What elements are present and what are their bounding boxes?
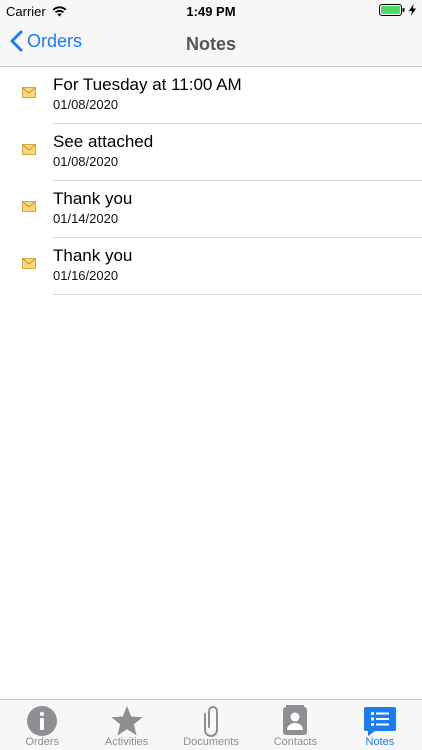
tab-notes[interactable]: Notes: [338, 700, 422, 750]
tab-label: Documents: [183, 736, 239, 748]
note-date: 01/08/2020: [53, 154, 119, 169]
info-icon: [27, 706, 58, 736]
list-item-text: Thank you 01/14/2020: [53, 189, 422, 238]
status-bar: Carrier 1:49 PM: [0, 0, 422, 22]
navigation-bar: Orders Notes: [0, 22, 422, 67]
tab-label: Orders: [25, 736, 60, 748]
note-date: 01/08/2020: [53, 97, 119, 112]
tab-orders[interactable]: Orders: [0, 700, 84, 750]
notes-list: For Tuesday at 11:00 AM 01/08/2020 See a…: [0, 67, 422, 295]
note-icon: [22, 144, 36, 155]
list-item[interactable]: See attached 01/08/2020: [0, 124, 422, 181]
paperclip-icon: [204, 706, 219, 737]
list-item[interactable]: Thank you 01/14/2020: [0, 181, 422, 238]
note-date: 01/14/2020: [53, 211, 119, 226]
note-title: See attached: [53, 132, 154, 151]
tab-label: Contacts: [273, 736, 318, 748]
page-title: Notes: [185, 34, 236, 54]
star-icon: [111, 706, 143, 736]
tab-contacts[interactable]: Contacts: [253, 700, 337, 750]
status-battery: [379, 4, 416, 16]
note-icon: [22, 87, 36, 98]
note-icon: [22, 201, 36, 212]
tab-label: Activities: [104, 736, 149, 748]
list-item[interactable]: For Tuesday at 11:00 AM 01/08/2020: [0, 67, 422, 124]
battery-icon: [379, 4, 405, 16]
tab-documents[interactable]: Documents: [169, 700, 253, 750]
list-item[interactable]: Thank you 01/16/2020: [0, 238, 422, 295]
tab-activities[interactable]: Activities: [84, 700, 168, 750]
note-icon: [22, 258, 36, 269]
notes-icon: [363, 707, 396, 736]
tab-bar: Orders Activities Documents Contacts Not…: [0, 699, 422, 750]
note-title: For Tuesday at 11:00 AM: [53, 75, 242, 94]
contacts-icon: [283, 705, 308, 735]
note-date: 01/16/2020: [53, 268, 119, 283]
list-item-text: For Tuesday at 11:00 AM 01/08/2020: [53, 75, 422, 124]
note-title: Thank you: [53, 246, 133, 265]
status-time: 1:49 PM: [186, 4, 236, 19]
tab-label: Notes: [365, 736, 395, 748]
note-title: Thank you: [53, 189, 133, 208]
list-item-text: See attached 01/08/2020: [53, 132, 422, 181]
charging-bolt-icon: [409, 4, 416, 16]
list-item-text: Thank you 01/16/2020: [53, 246, 422, 295]
